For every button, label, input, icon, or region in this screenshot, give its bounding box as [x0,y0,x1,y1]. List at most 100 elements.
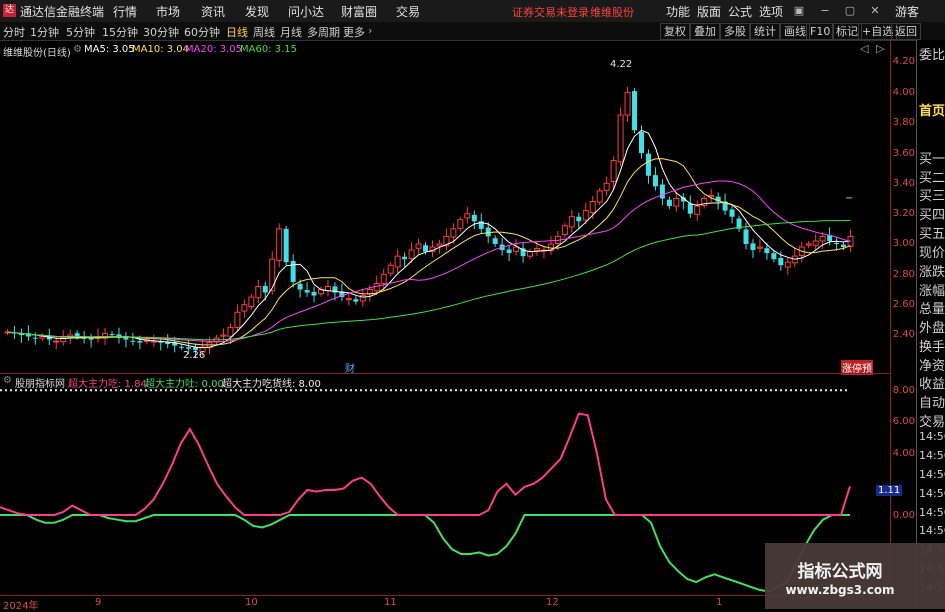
trade-login-warning[interactable]: 证券交易未登录 [512,4,589,20]
period-weekly[interactable]: 周线 [253,24,275,40]
f10-button[interactable]: F10 [806,23,835,40]
candle-body [366,289,373,295]
candle-body [645,153,651,176]
menu-gongneng[interactable]: 功能 [666,3,690,20]
ma60-line [7,219,851,341]
period-30min[interactable]: 30分钟 [143,24,179,40]
indicator-settings-icon[interactable]: ⚙ [3,375,12,386]
chevron-right-icon[interactable]: › [368,24,372,37]
price-tick: 3.40 [892,178,915,189]
candle-body [687,203,693,214]
cursor-dash: − [845,193,854,204]
candle-body [778,257,784,266]
period-multi[interactable]: 多周期 [307,24,340,40]
period-more[interactable]: 更多 [343,24,365,40]
side-panel-label: 买一 [919,152,945,167]
period-60min[interactable]: 60分钟 [184,24,220,40]
indicator-tick: 0.00 [892,510,915,521]
stats-button[interactable]: 统计 [750,23,780,40]
candle-body [130,340,136,342]
back-button[interactable]: 返回 [891,23,921,40]
side-panel-label: 现价 [919,246,945,261]
candle-body [311,291,317,296]
date-label: 9 [95,597,102,608]
period-fenshi[interactable]: 分时 [3,24,25,40]
candle-body [841,244,847,248]
current-stock-label: 维维股份 [590,6,634,19]
candle-body [39,336,46,339]
price-tick: 2.40 [892,329,915,340]
period-monthly[interactable]: 月线 [280,24,302,40]
side-panel-label: 涨跌 [919,265,945,280]
candle-body [576,216,582,222]
candle-body [227,326,234,337]
spit-line [0,514,850,593]
menu-zixun[interactable]: 资讯 [201,3,225,20]
candle-body [255,285,262,299]
period-5min[interactable]: 5分钟 [66,24,95,40]
candle-body [527,251,534,257]
candle-body [297,283,303,290]
candle-body [652,175,658,187]
candle-body [771,253,777,260]
menu-wenxiaoda[interactable]: 问小达 [288,3,324,20]
candle-body [729,209,735,217]
date-label: 2024年 [3,601,39,612]
minimize-icon[interactable]: − [818,4,832,17]
candle-body [179,346,185,348]
candlestick-chart[interactable] [0,40,890,373]
candle-body [694,205,701,215]
ma5-line [7,129,851,349]
candle-body [834,242,840,244]
candle-body [596,190,603,203]
date-label: 1 [716,597,723,608]
candle-body [666,199,672,207]
indicator-current-value: 1.11 [876,485,903,496]
candle-body [457,219,464,229]
menu-xuanxiang[interactable]: 选项 [759,3,783,20]
menu-hangqing[interactable]: 行情 [113,3,137,20]
maximize-icon[interactable]: ▢ [843,4,857,17]
candle-body [756,246,763,249]
side-panel-label: 涨幅 [919,284,945,299]
menu-caifuquan[interactable]: 财富圈 [341,3,377,20]
candle-body [750,243,756,251]
side-panel-label: 总量 [919,302,945,317]
price-tick: 2.60 [892,299,915,310]
candle-body [764,248,770,254]
candle-body [513,246,520,252]
user-guest[interactable]: 游客 [895,3,919,20]
app-logo-icon: 达 [3,4,16,17]
fuquan-button[interactable]: 复权 [660,23,690,40]
price-tick: 3.80 [892,117,915,128]
period-15min[interactable]: 15分钟 [102,24,138,40]
menu-banmian[interactable]: 版面 [697,3,721,20]
candle-body [186,347,192,349]
candle-body [819,235,826,242]
price-tick: 4.20 [892,56,915,67]
candle-body [659,184,665,199]
skin-icon[interactable]: ▣ [792,4,806,17]
menu-jiaoyi[interactable]: 交易 [396,3,420,20]
side-panel-label: 交易 [919,415,945,430]
candle-body [137,341,143,343]
period-toolbar: 分时 1分钟 5分钟 15分钟 30分钟 60分钟 日线 周线 月线 多周期 更… [0,22,945,41]
menu-gongshi[interactable]: 公式 [728,3,752,20]
close-icon[interactable]: ✕ [868,4,882,17]
overlay-button[interactable]: 叠加 [690,23,720,40]
indicator-chart[interactable] [0,387,890,595]
period-daily[interactable]: 日线 [226,24,248,40]
candle-body [269,258,276,292]
side-panel-label: 14:56 [919,506,945,519]
period-1min[interactable]: 1分钟 [30,24,59,40]
date-label: 10 [245,597,258,608]
candle-body [589,201,596,213]
multi-stock-button[interactable]: 多股 [720,23,750,40]
price-tick: 2.80 [892,269,915,280]
candle-body [234,311,241,328]
menu-faxian[interactable]: 发现 [245,3,269,20]
menu-shichang[interactable]: 市场 [156,3,180,20]
app-title: 通达信金融终端 [20,5,105,19]
candle-body [408,249,415,260]
watermark-title: 指标公式网 [797,562,883,582]
